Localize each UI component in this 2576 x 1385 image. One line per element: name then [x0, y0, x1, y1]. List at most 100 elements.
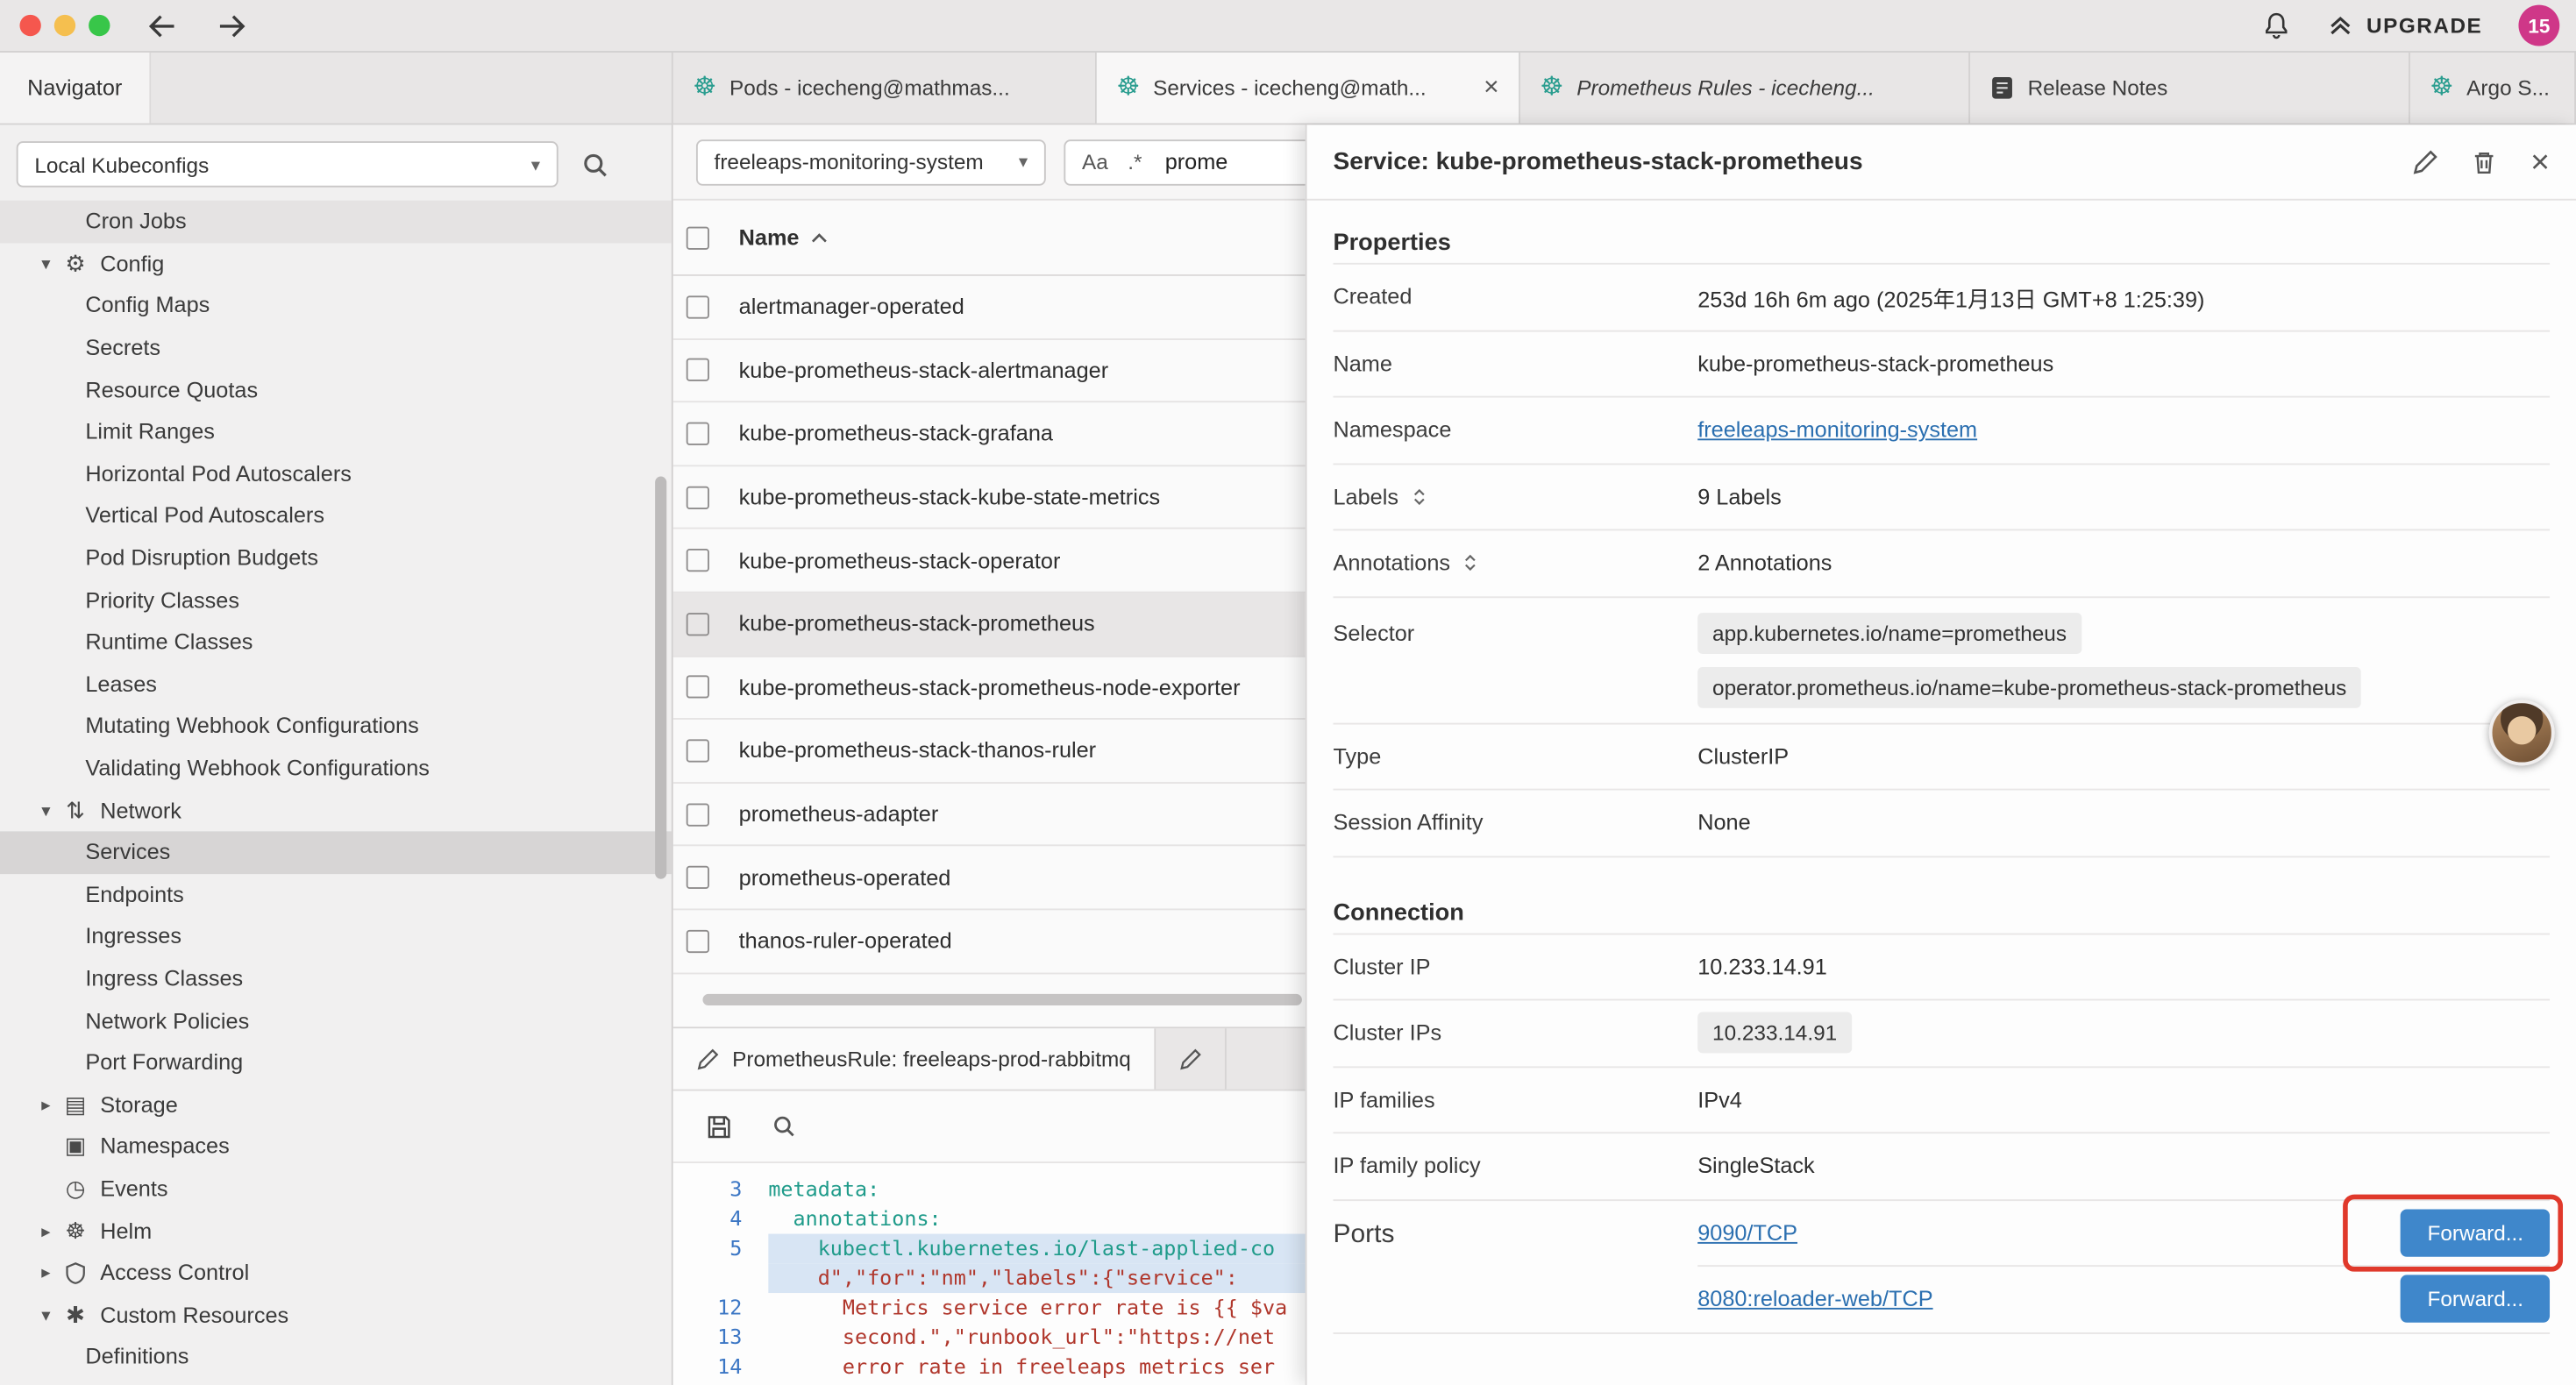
checkbox[interactable] [687, 866, 709, 889]
user-avatar[interactable] [2489, 700, 2555, 765]
close-drawer-icon[interactable]: × [2530, 146, 2550, 178]
sidebar-item-helm[interactable]: ▸ ☸ Helm [0, 1210, 672, 1252]
namespace-select[interactable]: freeleaps-monitoring-system ▾ [696, 138, 1046, 184]
select-all-checkbox[interactable] [687, 226, 709, 249]
sort-ascending-icon [811, 232, 828, 242]
forward-button[interactable]: Forward... [2402, 1209, 2550, 1256]
tab-release-notes[interactable]: Release Notes [1970, 53, 2410, 124]
chevron-right-icon[interactable]: ▸ [32, 1262, 59, 1283]
checkbox[interactable] [687, 295, 709, 318]
sidebar-item-horizontal-pod-autoscalers[interactable]: Horizontal Pod Autoscalers [0, 452, 672, 494]
sidebar-item-port-forwarding[interactable]: Port Forwarding [0, 1041, 672, 1083]
sidebar-item-events[interactable]: ◷ Events [0, 1168, 672, 1210]
expand-collapse-icon[interactable] [1463, 552, 1478, 573]
sidebar-item-mutating-webhook-configurations[interactable]: Mutating Webhook Configurations [0, 705, 672, 747]
sidebar-item-label: Config Maps [85, 294, 210, 318]
sidebar-item-validating-webhook-configurations[interactable]: Validating Webhook Configurations [0, 747, 672, 789]
chevron-down-icon[interactable]: ▾ [32, 799, 59, 820]
chevron-down-icon[interactable]: ▾ [32, 1304, 59, 1325]
sidebar-item-config[interactable]: ▾ ⚙ Config [0, 243, 672, 285]
dock-tab-other[interactable] [1156, 1028, 1227, 1089]
checkbox[interactable] [687, 486, 709, 508]
checkbox[interactable] [687, 929, 709, 952]
minimize-window-button[interactable] [54, 15, 75, 36]
sidebar-search-icon[interactable] [581, 150, 609, 178]
regex-icon[interactable]: .* [1128, 150, 1142, 174]
sidebar-scrollbar[interactable] [655, 477, 666, 879]
match-case-icon[interactable]: Aa [1082, 150, 1108, 174]
sidebar-item-secrets[interactable]: Secrets [0, 327, 672, 369]
tab-prometheus-rules[interactable]: ☸ Prometheus Rules - icecheng... [1520, 53, 1970, 124]
name-column-header[interactable]: Name [739, 225, 828, 250]
port-line: 9090/TCP Forward... [1697, 1200, 2550, 1266]
tab-label: Services - icecheng@math... [1153, 75, 1427, 100]
namespace-select-value: freeleaps-monitoring-system [715, 150, 984, 174]
sidebar-item-ingresses[interactable]: Ingresses [0, 915, 672, 957]
forward-button[interactable]: Forward... [2402, 1275, 2550, 1322]
sidebar-item-storage[interactable]: ▸ ▤ Storage [0, 1083, 672, 1126]
checkbox[interactable] [687, 739, 709, 762]
sidebar-item-leases[interactable]: Leases [0, 663, 672, 705]
editor-search-icon[interactable] [772, 1114, 796, 1139]
sidebar-item-resource-quotas[interactable]: Resource Quotas [0, 369, 672, 411]
notification-count-badge[interactable]: 15 [2518, 5, 2559, 46]
delete-trash-icon[interactable] [2472, 149, 2498, 175]
property-value: IPv4 [1697, 1087, 1742, 1112]
maximize-window-button[interactable] [89, 15, 110, 36]
sidebar-item-config-maps[interactable]: Config Maps [0, 285, 672, 327]
sidebar-item-namespaces[interactable]: ▣ Namespaces [0, 1126, 672, 1168]
checkbox[interactable] [687, 423, 709, 445]
drawer-header: Service: kube-prometheus-stack-prometheu… [1307, 124, 2576, 200]
checkbox[interactable] [687, 613, 709, 636]
expand-collapse-icon[interactable] [1412, 486, 1427, 507]
labels-count[interactable]: 9 Labels [1697, 484, 1782, 508]
sidebar-item-limit-ranges[interactable]: Limit Ranges [0, 411, 672, 453]
tab-pods[interactable]: ☸ Pods - icecheng@mathmas... [673, 53, 1097, 124]
sidebar-item-definitions[interactable]: Definitions [0, 1336, 672, 1378]
close-tab-icon[interactable]: × [1470, 73, 1498, 103]
sidebar-item-network-policies[interactable]: Network Policies [0, 999, 672, 1041]
sidebar-item-endpoints[interactable]: Endpoints [0, 873, 672, 915]
chevron-right-icon[interactable]: ▸ [32, 1220, 59, 1241]
forward-button[interactable] [215, 12, 247, 39]
sidebar-item-cron-jobs[interactable]: Cron Jobs [0, 201, 672, 243]
chevron-down-icon[interactable]: ▾ [32, 252, 59, 273]
sidebar-item-pod-disruption-budgets[interactable]: Pod Disruption Budgets [0, 536, 672, 579]
upgrade-button[interactable]: UPGRADE [2327, 11, 2482, 39]
sidebar-item-network[interactable]: ▾ ⇅ Network [0, 789, 672, 831]
checkbox[interactable] [687, 359, 709, 381]
service-name: kube-prometheus-stack-grafana [739, 422, 1053, 446]
tab-services[interactable]: ☸ Services - icecheng@math... × [1097, 53, 1520, 124]
dock-tab-prometheusrule[interactable]: PrometheusRule: freeleaps-prod-rabbitmq [673, 1028, 1156, 1089]
close-window-button[interactable] [19, 15, 40, 36]
chevron-right-icon[interactable]: ▸ [32, 1094, 59, 1115]
sidebar-item-priority-classes[interactable]: Priority Classes [0, 579, 672, 621]
port-link[interactable]: 8080:reloader-web/TCP [1697, 1287, 1932, 1311]
sidebar-item-ingress-classes[interactable]: Ingress Classes [0, 957, 672, 999]
horizontal-scrollbar[interactable] [702, 994, 1301, 1005]
sidebar-item-vertical-pod-autoscalers[interactable]: Vertical Pod Autoscalers [0, 494, 672, 536]
checkbox[interactable] [687, 549, 709, 572]
checkbox[interactable] [687, 803, 709, 826]
service-name: kube-prometheus-stack-alertmanager [739, 358, 1109, 382]
sidebar-item-label: Endpoints [85, 882, 183, 906]
back-button[interactable] [146, 12, 179, 39]
sidebar-item-runtime-classes[interactable]: Runtime Classes [0, 621, 672, 663]
service-name: prometheus-adapter [739, 802, 939, 827]
notifications-bell-icon[interactable] [2263, 11, 2291, 39]
sidebar-item-custom-resources[interactable]: ▾ ✱ Custom Resources [0, 1294, 672, 1336]
edit-pencil-icon[interactable] [2412, 149, 2438, 175]
annotations-count[interactable]: 2 Annotations [1697, 550, 1832, 575]
checkbox[interactable] [687, 676, 709, 699]
save-icon[interactable] [706, 1113, 732, 1140]
namespace-link[interactable]: freeleaps-monitoring-system [1697, 418, 1977, 443]
tab-argo[interactable]: ☸ Argo S... [2410, 53, 2576, 124]
service-name: kube-prometheus-stack-prometheus [739, 612, 1095, 636]
sidebar-item-access-control[interactable]: ▸ Access Control [0, 1252, 672, 1294]
property-value: ClusterIP [1697, 744, 1789, 769]
property-label: Type [1333, 744, 1697, 769]
port-link[interactable]: 9090/TCP [1697, 1220, 1797, 1245]
sidebar-item-label: Storage [100, 1092, 178, 1117]
sidebar-item-services[interactable]: Services [0, 831, 672, 873]
kubeconfig-select[interactable]: Local Kubeconfigs ▾ [17, 141, 559, 187]
